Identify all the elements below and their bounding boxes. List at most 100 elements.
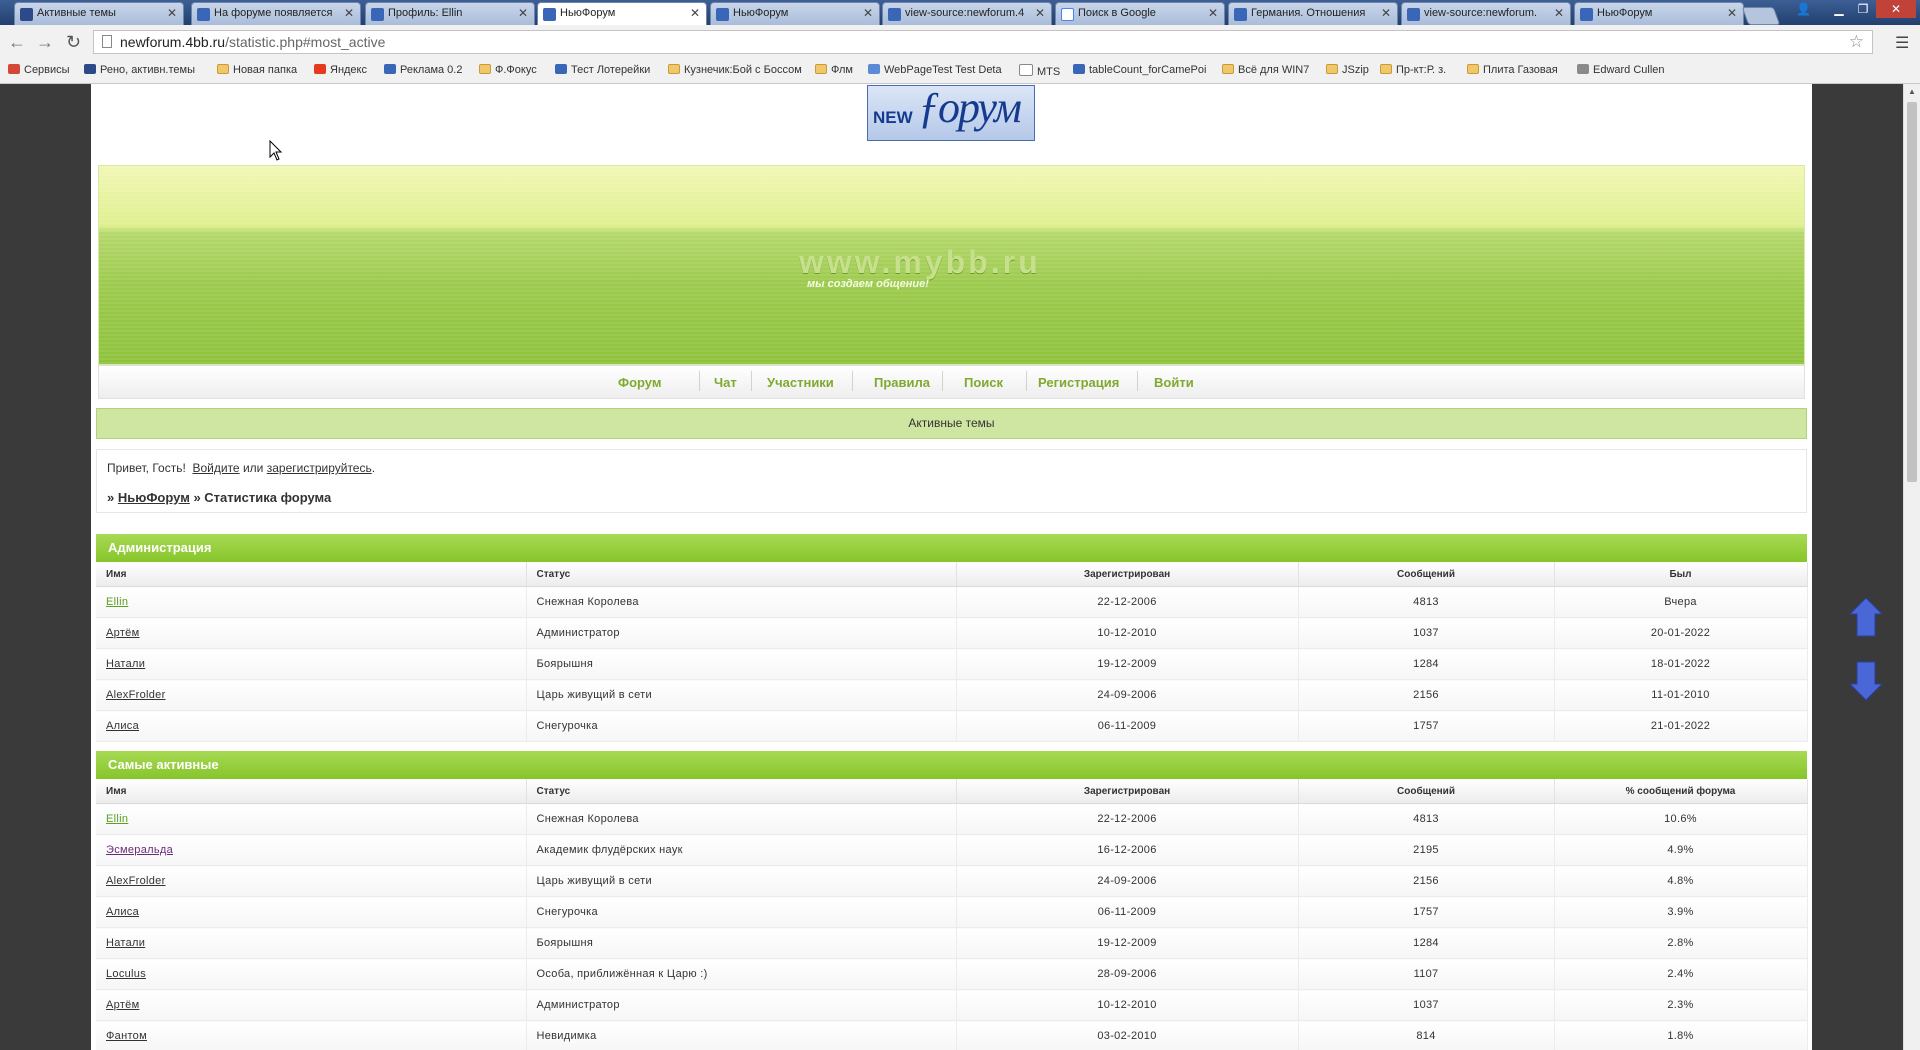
page-viewport: NEW ƒорум www.mybb.ru мы создаем общение… (0, 84, 1903, 1050)
member-name-link[interactable]: Артём (106, 999, 139, 1011)
login-link[interactable]: Войдите (192, 461, 239, 475)
bookmark-item[interactable]: Флм (815, 64, 853, 76)
back-arrow-icon[interactable]: ← (8, 32, 26, 53)
nav-search[interactable]: Поиск (964, 375, 1003, 390)
tab-close-icon[interactable]: ✕ (690, 6, 700, 20)
browser-tab[interactable]: НьюФорум ✕ (1574, 2, 1744, 25)
nav-rules[interactable]: Правила (874, 375, 930, 390)
bookmark-item[interactable]: tableCount_forCamePoi (1073, 64, 1206, 76)
member-name-link[interactable]: Алиса (106, 906, 139, 918)
nav-forum[interactable]: Форум (618, 375, 661, 390)
bookmark-item[interactable]: Яндекс (314, 64, 367, 76)
scroll-up-icon[interactable] (1848, 596, 1884, 638)
tab-close-icon[interactable]: ✕ (1381, 6, 1391, 20)
bookmark-item[interactable]: MTS (1019, 64, 1060, 78)
bookmark-item[interactable]: Ф.Фокус (479, 64, 537, 76)
post-count: 2156 (1298, 865, 1555, 897)
menu-icon[interactable]: ☰ (1895, 33, 1909, 53)
forward-arrow-icon[interactable]: → (36, 32, 54, 53)
bookmark-item[interactable]: Реклама 0.2 (384, 64, 462, 76)
bookmark-label: MTS (1037, 66, 1061, 78)
member-name-link[interactable]: Loculus (106, 968, 146, 980)
post-count: 1037 (1298, 617, 1555, 649)
nav-members[interactable]: Участники (767, 375, 834, 390)
bookmark-item[interactable]: Тест Лотерейки (555, 64, 650, 76)
greeting-text: Привет, Гость! (107, 461, 186, 475)
scrollbar-thumb[interactable] (1907, 102, 1917, 482)
member-name-link[interactable]: Алиса (106, 720, 139, 732)
scroll-down-icon[interactable] (1848, 660, 1884, 702)
restore-button[interactable]: ❐ (1852, 0, 1874, 18)
tab-close-icon[interactable]: ✕ (1035, 6, 1045, 20)
bookmark-label: Пр-кт:Р. з. (1396, 64, 1447, 76)
browser-tab[interactable]: view-source:newforum. ✕ (1401, 2, 1571, 25)
browser-tab[interactable]: Германия. Отношения ✕ (1228, 2, 1398, 25)
tab-close-icon[interactable]: ✕ (1208, 6, 1218, 20)
member-name-link[interactable]: Ellin (106, 596, 128, 608)
tab-close-icon[interactable]: ✕ (344, 6, 354, 20)
tab-close-icon[interactable]: ✕ (863, 6, 873, 20)
member-name-link[interactable]: Эсмеральда (106, 844, 173, 856)
nav-login[interactable]: Войти (1154, 375, 1194, 390)
browser-tab[interactable]: Поиск в Google ✕ (1055, 2, 1225, 25)
page-scrollbar[interactable]: ▲ (1903, 84, 1920, 1050)
bookmark-item[interactable]: Новая папка (217, 64, 297, 76)
member-name-link[interactable]: Натали (106, 937, 145, 949)
name-cell: AlexFrolder (96, 865, 527, 897)
bookmark-item[interactable]: Edward Cullen (1577, 64, 1665, 76)
column-header: % сообщений форума (1554, 779, 1808, 804)
nav-chat[interactable]: Чат (714, 375, 737, 390)
book-icon (1577, 64, 1589, 74)
nav-register[interactable]: Регистрация (1038, 375, 1119, 390)
bookmark-item[interactable]: Всё для WIN7 (1222, 64, 1309, 76)
forum-percent: 4.8% (1554, 865, 1808, 897)
close-window-button[interactable]: ✕ (1876, 0, 1916, 18)
post-count: 2156 (1298, 679, 1555, 711)
reload-icon[interactable]: ↻ (66, 32, 81, 53)
tab-close-icon[interactable]: ✕ (1554, 6, 1564, 20)
tab-close-icon[interactable]: ✕ (167, 6, 177, 20)
announcement-bar[interactable]: Активные темы (96, 408, 1807, 439)
bookmark-item[interactable]: Плита Газовая (1467, 64, 1558, 76)
section-title-admins: Администрация (96, 534, 1807, 562)
mouse-cursor-icon (269, 140, 283, 161)
bookmark-item[interactable]: Кузнечик:Бой с Боссом (668, 64, 802, 76)
bookmark-item[interactable]: Сервисы (8, 64, 70, 76)
new-tab-button[interactable] (1741, 7, 1781, 25)
browser-tab[interactable]: Активные темы ✕ (14, 2, 184, 25)
tab-close-icon[interactable]: ✕ (518, 6, 528, 20)
bookmark-item[interactable]: WebPageTest Test Deta (868, 64, 1002, 76)
forum-percent: 10.6% (1554, 803, 1808, 835)
browser-tab[interactable]: На форуме появляется ✕ (191, 2, 361, 25)
tab-close-icon[interactable]: ✕ (1727, 6, 1737, 20)
member-name-link[interactable]: AlexFrolder (106, 689, 166, 701)
scrollbar-up-arrow-icon[interactable]: ▲ (1908, 87, 1916, 96)
forum-logo[interactable]: NEW ƒорум (867, 84, 1035, 141)
url-text[interactable]: newforum.4bb.ru/statistic.php#most_activ… (120, 34, 385, 50)
bookmark-item[interactable]: Рено, активн.темы (84, 64, 195, 76)
table-row: Loculus Особа, приближённая к Царю :) 28-0… (96, 958, 1808, 990)
photoshop-icon (20, 8, 33, 21)
registered-date: 06-11-2009 (956, 710, 1299, 742)
member-name-link[interactable]: Натали (106, 658, 145, 670)
minimize-button[interactable]: ▁ (1828, 0, 1850, 18)
folder-icon (1380, 64, 1392, 74)
member-name-link[interactable]: Ellin (106, 813, 128, 825)
member-name-link[interactable]: Фантом (106, 1030, 147, 1042)
address-bar[interactable]: newforum.4bb.ru/statistic.php#most_activ… (93, 30, 1873, 54)
bookmark-item[interactable]: Пр-кт:Р. з. (1380, 64, 1446, 76)
breadcrumb-separator: » (107, 490, 115, 505)
breadcrumb-home[interactable]: НьюФорум (118, 490, 190, 505)
user-icon[interactable]: 👤 (1796, 0, 1811, 18)
member-name-link[interactable]: AlexFrolder (106, 875, 166, 887)
folder-icon (217, 64, 229, 74)
browser-tab[interactable]: Профиль: Ellin ✕ (365, 2, 535, 25)
bookmark-item[interactable]: JSzip (1326, 64, 1369, 76)
register-link[interactable]: зарегистрируйтесь (267, 461, 372, 475)
browser-tab[interactable]: НьюФорум ✕ (537, 2, 707, 26)
bookmark-star-icon[interactable]: ☆ (1849, 32, 1864, 52)
registered-date: 28-09-2006 (956, 958, 1299, 990)
member-name-link[interactable]: Артём (106, 627, 139, 639)
browser-tab[interactable]: view-source:newforum.4 ✕ (882, 2, 1052, 25)
browser-tab[interactable]: НьюФорум ✕ (710, 2, 880, 25)
